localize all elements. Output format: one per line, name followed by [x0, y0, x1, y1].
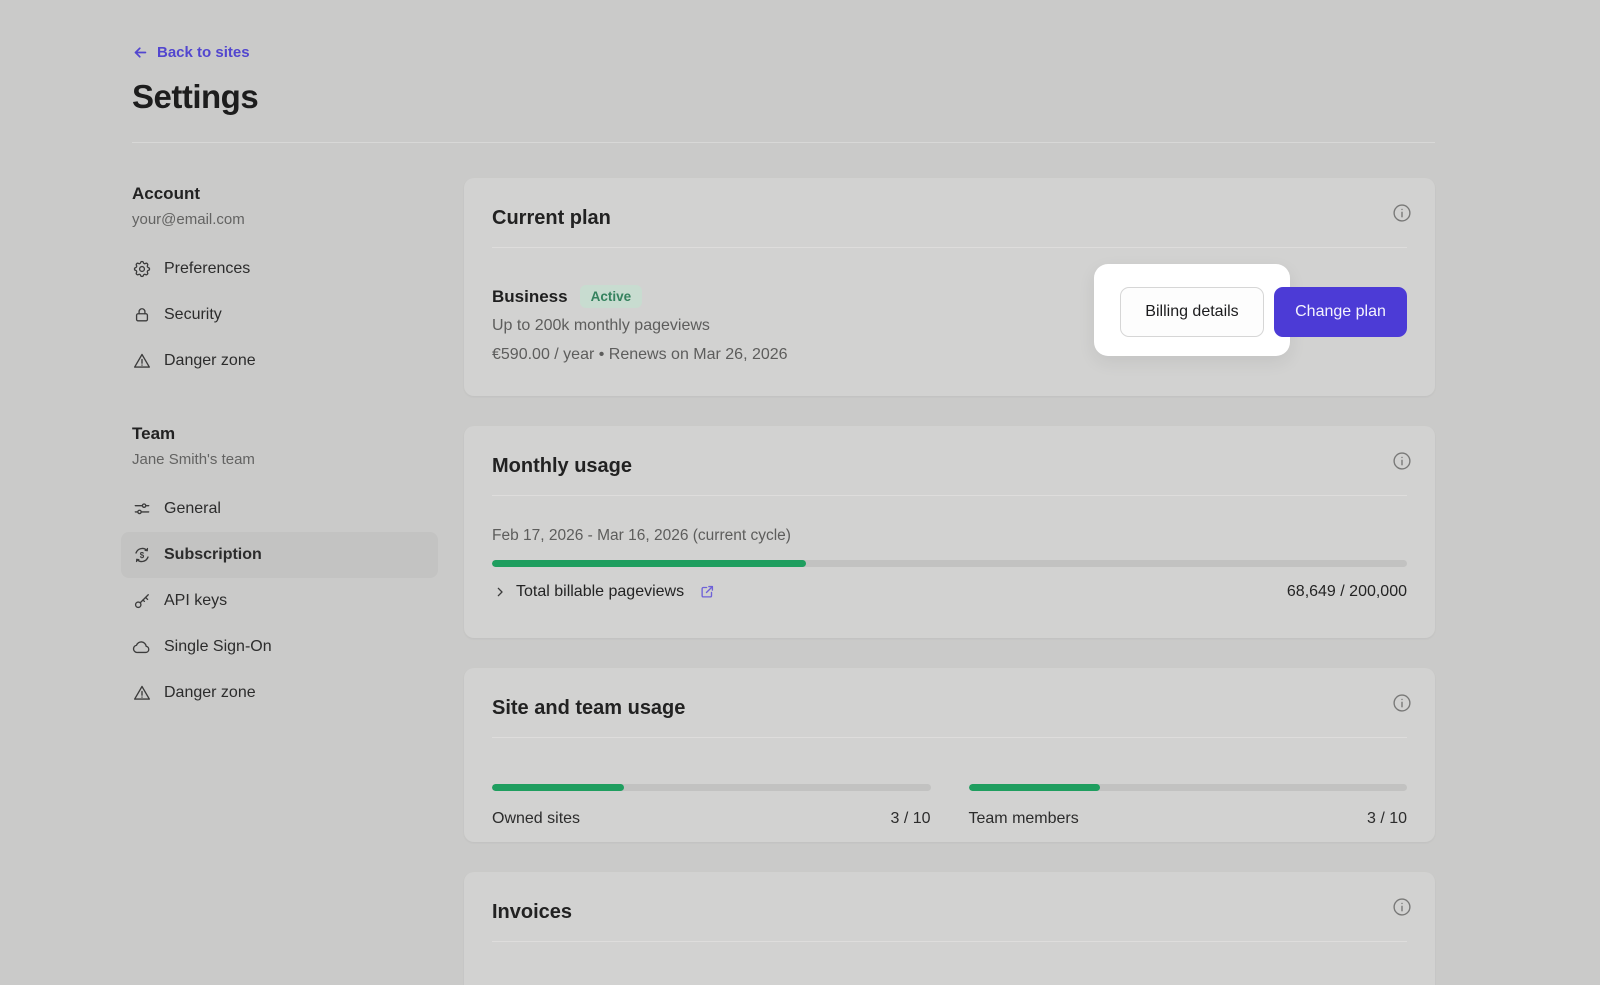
owned-sites-progress-fill — [492, 784, 624, 791]
current-plan-title: Current plan — [492, 178, 1407, 232]
sidebar-item-label: Subscription — [164, 546, 262, 564]
sidebar-item-label: Preferences — [164, 260, 250, 278]
lock-icon — [132, 305, 152, 325]
dollar-refresh-icon: $ — [132, 545, 152, 565]
settings-main: Current plan Business Active Up to 200k … — [464, 178, 1435, 985]
pageviews-row-label: Total billable pageviews — [516, 583, 684, 601]
svg-text:$: $ — [140, 551, 145, 560]
card-divider — [492, 495, 1407, 496]
sidebar-item-subscription[interactable]: $ Subscription — [121, 532, 438, 578]
owned-sites-progress-bar — [492, 784, 931, 791]
external-link-icon — [698, 583, 716, 601]
sidebar-section-team: Team Jane Smith's team General $ Subscri… — [132, 424, 438, 716]
plan-actions: Billing details Change plan — [1120, 287, 1407, 337]
team-members-progress-fill — [969, 784, 1101, 791]
invoices-title: Invoices — [492, 872, 1407, 926]
info-icon[interactable] — [1391, 450, 1413, 472]
warning-triangle-icon — [132, 683, 152, 703]
key-icon — [132, 591, 152, 611]
gear-icon — [132, 259, 152, 279]
status-badge: Active — [580, 285, 643, 309]
info-icon[interactable] — [1391, 896, 1413, 918]
invoices-card: Invoices — [464, 872, 1435, 985]
owned-sites-value: 3 / 10 — [890, 810, 930, 828]
page-title: Settings — [132, 78, 1435, 116]
team-members-value: 3 / 10 — [1367, 810, 1407, 828]
pageviews-usage-value: 68,649 / 200,000 — [1287, 583, 1407, 601]
card-divider — [492, 737, 1407, 738]
sidebar-item-label: Danger zone — [164, 684, 256, 702]
change-plan-button[interactable]: Change plan — [1274, 287, 1407, 337]
account-email: your@email.com — [132, 211, 438, 228]
team-members-meter: Team members 3 / 10 — [969, 770, 1408, 828]
sidebar-item-label: API keys — [164, 592, 227, 610]
total-billable-pageviews-toggle[interactable]: Total billable pageviews — [492, 583, 716, 601]
owned-sites-meter: Owned sites 3 / 10 — [492, 770, 931, 828]
settings-page: Back to sites Settings Account your@emai… — [0, 0, 1600, 985]
header-divider — [132, 142, 1435, 143]
billing-cycle-label: Feb 17, 2026 - Mar 16, 2026 (current cyc… — [492, 526, 1407, 546]
current-plan-card: Current plan Business Active Up to 200k … — [464, 178, 1435, 396]
sidebar-item-security[interactable]: Security — [121, 292, 438, 338]
pageviews-progress-fill — [492, 560, 806, 567]
sidebar-item-label: General — [164, 500, 221, 518]
settings-sidebar: Account your@email.com Preferences Secur… — [132, 178, 438, 716]
account-heading: Account — [132, 184, 438, 204]
sidebar-item-team-danger-zone[interactable]: Danger zone — [121, 670, 438, 716]
team-heading: Team — [132, 424, 438, 444]
sidebar-item-label: Security — [164, 306, 222, 324]
monthly-usage-title: Monthly usage — [492, 426, 1407, 480]
chevron-right-icon — [492, 584, 508, 600]
back-to-sites-link[interactable]: Back to sites — [132, 44, 250, 61]
info-icon[interactable] — [1391, 202, 1413, 224]
back-arrow-icon — [132, 44, 149, 61]
team-members-label: Team members — [969, 810, 1079, 828]
sliders-icon — [132, 499, 152, 519]
sidebar-item-general[interactable]: General — [121, 486, 438, 532]
sidebar-item-api-keys[interactable]: API keys — [121, 578, 438, 624]
plan-name: Business — [492, 287, 568, 307]
billing-details-button[interactable]: Billing details — [1120, 287, 1264, 337]
back-link-label: Back to sites — [157, 44, 250, 61]
owned-sites-label: Owned sites — [492, 810, 580, 828]
sidebar-item-label: Danger zone — [164, 352, 256, 370]
sidebar-item-single-sign-on[interactable]: Single Sign-On — [121, 624, 438, 670]
info-icon[interactable] — [1391, 692, 1413, 714]
monthly-usage-card: Monthly usage Feb 17, 2026 - Mar 16, 202… — [464, 426, 1435, 638]
team-name: Jane Smith's team — [132, 451, 438, 468]
sidebar-item-label: Single Sign-On — [164, 638, 272, 656]
warning-triangle-icon — [132, 351, 152, 371]
sidebar-item-account-danger-zone[interactable]: Danger zone — [121, 338, 438, 384]
card-divider — [492, 247, 1407, 248]
cloud-icon — [132, 637, 152, 657]
team-members-progress-bar — [969, 784, 1408, 791]
sidebar-section-account: Account your@email.com Preferences Secur… — [132, 184, 438, 384]
card-divider — [492, 941, 1407, 942]
pageviews-progress-bar — [492, 560, 1407, 567]
site-team-usage-title: Site and team usage — [492, 668, 1407, 722]
sidebar-item-preferences[interactable]: Preferences — [121, 246, 438, 292]
site-team-usage-card: Site and team usage Owned sites 3 / 10 — [464, 668, 1435, 842]
